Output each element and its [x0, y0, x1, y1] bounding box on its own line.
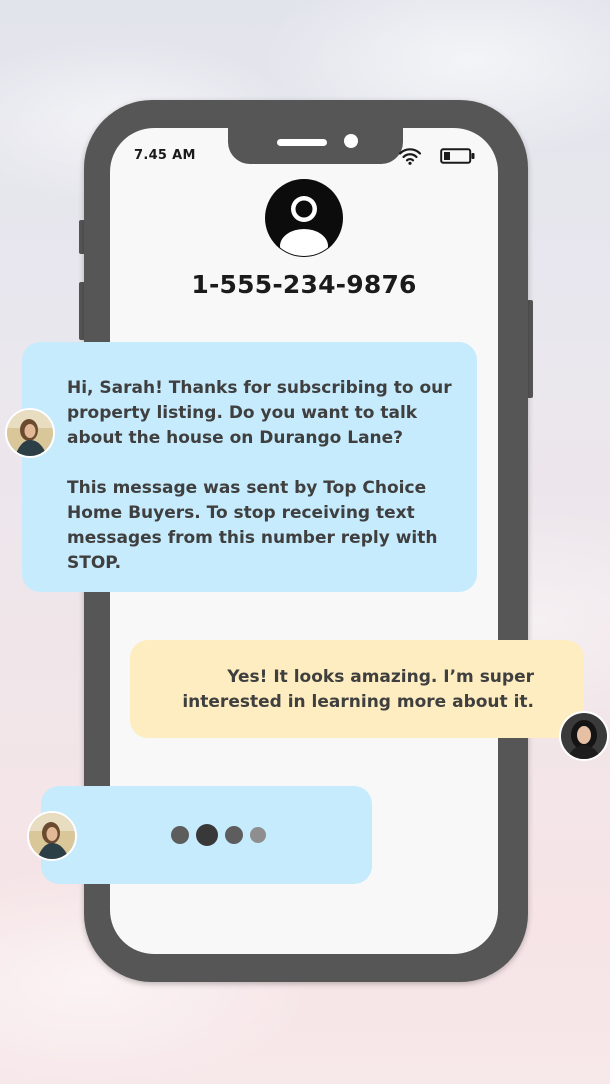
message-text: Yes! It looks amazing. I’m super interes… — [182, 667, 534, 712]
typing-dot — [171, 826, 189, 844]
front-camera — [344, 134, 358, 148]
incoming-message-bubble: Hi, Sarah! Thanks for subscribing to our… — [22, 342, 477, 592]
sender-avatar-photo — [5, 408, 55, 458]
contact-phone-number: 1-555-234-9876 — [191, 270, 417, 299]
typing-dots — [171, 823, 266, 847]
typing-dot — [225, 826, 243, 844]
phone-notch — [228, 128, 403, 164]
wifi-icon — [398, 148, 422, 165]
typing-dot — [196, 824, 218, 846]
user-avatar-icon — [265, 179, 343, 257]
speaker-grille — [277, 139, 327, 146]
status-time: 7.45 AM — [134, 148, 196, 163]
recipient-avatar-photo — [559, 711, 609, 761]
outgoing-message-bubble: Yes! It looks amazing. I’m super interes… — [130, 640, 584, 738]
sender-avatar-photo — [27, 811, 77, 861]
message-text: Hi, Sarah! Thanks for subscribing to our… — [67, 378, 452, 448]
message-text: This message was sent by Top Choice Home… — [67, 478, 438, 573]
typing-indicator-bubble — [41, 786, 372, 884]
battery-icon — [440, 148, 475, 164]
typing-dot — [250, 827, 266, 843]
